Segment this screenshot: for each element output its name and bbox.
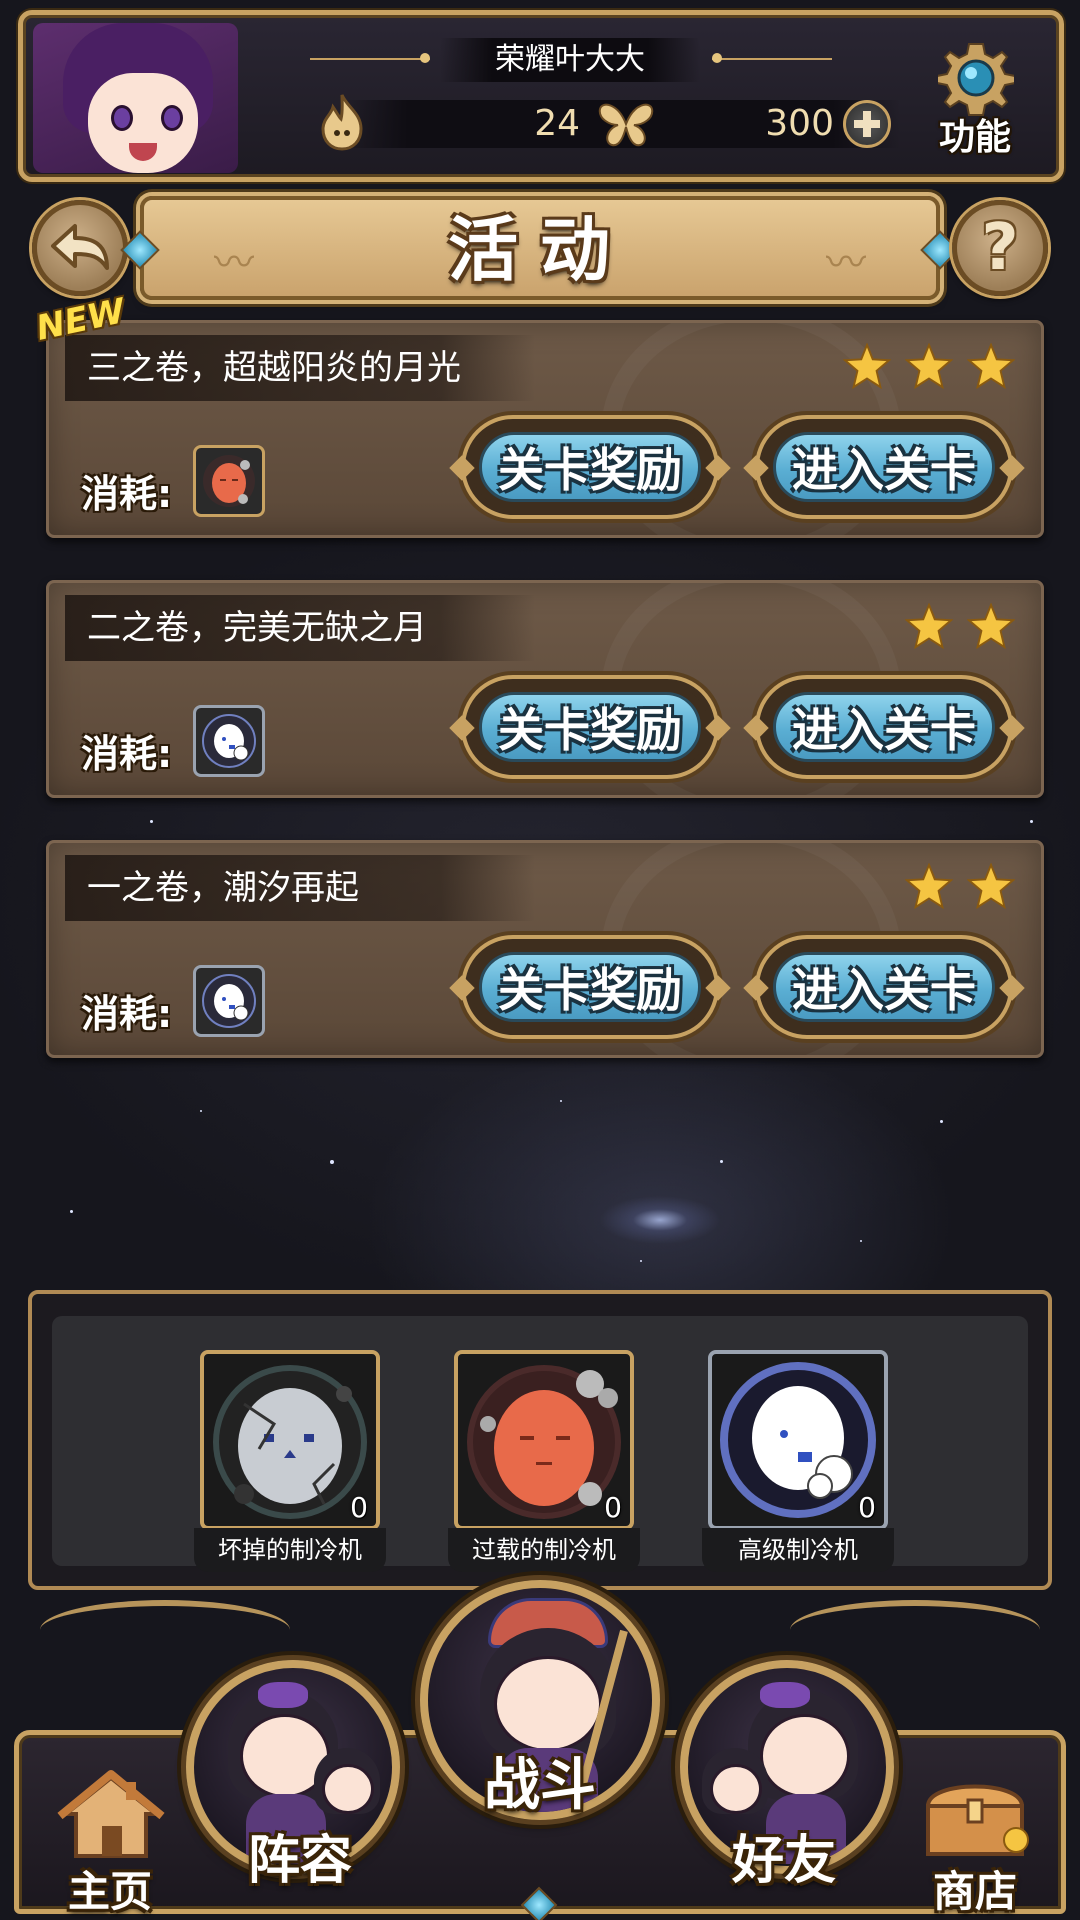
- item-name: 过载的制冷机: [448, 1528, 640, 1572]
- player-avatar[interactable]: [33, 23, 238, 173]
- broken-cooler-icon: 0: [200, 1350, 380, 1530]
- treasure-chest-icon: [925, 1784, 1029, 1856]
- overloaded-cooler-icon: [193, 445, 265, 517]
- name-divider-left: [310, 58, 430, 60]
- cost-label: 消耗:: [81, 732, 173, 776]
- stage-stars: [843, 343, 1015, 389]
- name-dot-left: [420, 53, 430, 63]
- item-count: 0: [858, 1491, 876, 1524]
- inventory-list: 0 坏掉的制冷机 0 过载的制冷机 0 高级制冷机: [52, 1316, 1028, 1572]
- top-bar: [18, 10, 1064, 182]
- function-label: 功能: [938, 117, 1011, 158]
- nav-lineup-label: 阵容: [247, 1831, 352, 1891]
- inventory-panel: 0 坏掉的制冷机 0 过载的制冷机 0 高级制冷机: [28, 1290, 1052, 1590]
- ornament-right: [790, 1600, 1040, 1660]
- stage-card: 一之卷，潮汐再起 消耗: 关卡奖励 进入关卡: [46, 840, 1044, 1058]
- overloaded-cooler-icon: 0: [454, 1350, 634, 1530]
- stage-reward-button[interactable]: 关卡奖励: [449, 415, 731, 519]
- title-banner: 〰 〰 活动: [120, 196, 960, 300]
- reward-button-label: 关卡奖励: [479, 432, 701, 502]
- ornament-left: [40, 1600, 290, 1660]
- enter-button-label: 进入关卡: [773, 432, 995, 502]
- question-icon: ?: [981, 211, 1019, 285]
- name-divider-right: [712, 58, 832, 60]
- stage-card: 二之卷，完美无缺之月 消耗: 关卡奖励 进入关卡: [46, 580, 1044, 798]
- nav-home-label: 主页: [67, 1867, 152, 1916]
- inventory-item[interactable]: 0 高级制冷机: [702, 1350, 894, 1572]
- item-name: 高级制冷机: [702, 1528, 894, 1572]
- stage-reward-button[interactable]: 关卡奖励: [449, 675, 731, 779]
- enter-stage-button[interactable]: 进入关卡: [743, 415, 1025, 519]
- stage-reward-button[interactable]: 关卡奖励: [449, 935, 731, 1039]
- stage-stars: [905, 863, 1015, 909]
- back-button[interactable]: [32, 200, 128, 296]
- star-icon: [843, 343, 891, 389]
- inventory-item[interactable]: 0 过载的制冷机: [448, 1350, 640, 1572]
- cost-label: 消耗:: [81, 472, 173, 516]
- star-icon: [905, 603, 953, 649]
- item-count: 0: [604, 1491, 622, 1524]
- cost-label: 消耗:: [81, 992, 173, 1036]
- nav-battle-label: 战斗: [484, 1753, 596, 1818]
- advanced-cooler-icon: [193, 705, 265, 777]
- gear-icon: [936, 40, 1016, 116]
- nav-shop-label: 商店: [932, 1867, 1017, 1916]
- star-icon: [905, 863, 953, 909]
- item-count: 0: [350, 1491, 368, 1524]
- advanced-cooler-icon: 0: [708, 1350, 888, 1530]
- enter-stage-button[interactable]: 进入关卡: [743, 935, 1025, 1039]
- page-title: 活动: [448, 209, 632, 291]
- house-icon: [57, 1770, 165, 1858]
- add-currency-button[interactable]: [843, 100, 891, 148]
- reward-button-label: 关卡奖励: [479, 952, 701, 1022]
- stage-card: 三之卷，超越阳炎的月光 消耗: 关卡奖励 进入关卡: [46, 320, 1044, 538]
- star-icon: [967, 603, 1015, 649]
- inventory-item[interactable]: 0 坏掉的制冷机: [194, 1350, 386, 1572]
- enter-button-label: 进入关卡: [773, 952, 995, 1022]
- player-name: 荣耀叶大大: [440, 38, 700, 82]
- flame-icon: [314, 92, 370, 152]
- nav-home-button[interactable]: 主页: [40, 1760, 180, 1916]
- stage-name: 一之卷，潮汐再起: [65, 855, 535, 921]
- currency-value: 300: [765, 103, 834, 144]
- back-arrow-icon: [51, 224, 109, 270]
- stage-stars: [905, 603, 1015, 649]
- enter-button-label: 进入关卡: [773, 692, 995, 762]
- butterfly-icon: [596, 98, 656, 150]
- reward-button-label: 关卡奖励: [479, 692, 701, 762]
- stage-name: 二之卷，完美无缺之月: [65, 595, 535, 661]
- nav-shop-button[interactable]: 商店: [900, 1760, 1050, 1916]
- plus-icon: [854, 111, 880, 137]
- function-button[interactable]: 功能: [920, 40, 1030, 160]
- bottom-navigation: 主页 阵容 战斗 好友 商店: [0, 1570, 1080, 1920]
- star-icon: [967, 343, 1015, 389]
- stage-name: 三之卷，超越阳炎的月光: [65, 335, 535, 401]
- enter-stage-button[interactable]: 进入关卡: [743, 675, 1025, 779]
- name-dot-right: [712, 53, 722, 63]
- item-name: 坏掉的制冷机: [194, 1528, 386, 1572]
- star-icon: [905, 343, 953, 389]
- advanced-cooler-icon: [193, 965, 265, 1037]
- stamina-value: 24: [534, 103, 580, 144]
- nav-friends-label: 好友: [731, 1831, 836, 1891]
- star-icon: [967, 863, 1015, 909]
- help-button[interactable]: ?: [952, 200, 1048, 296]
